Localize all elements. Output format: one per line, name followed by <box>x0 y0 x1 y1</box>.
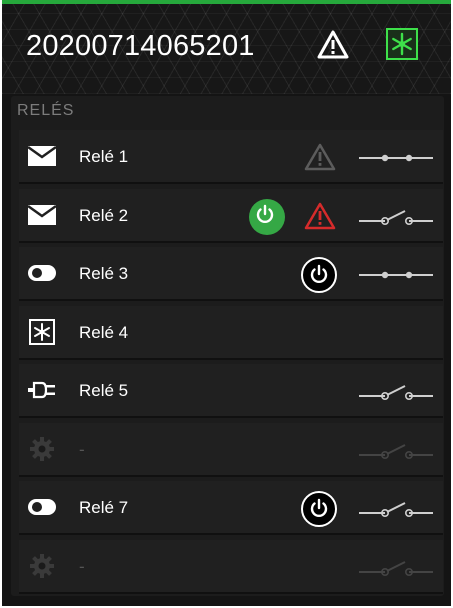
fan-icon <box>27 318 57 345</box>
device-id: 20200714065201 <box>26 30 255 62</box>
relay-row[interactable]: - <box>19 422 443 477</box>
device-header: 20200714065201 <box>2 4 451 94</box>
relay-row[interactable]: - <box>19 539 443 594</box>
switch-open-icon[interactable] <box>359 558 433 578</box>
plug-icon <box>27 377 57 403</box>
relay-label: - <box>79 556 85 576</box>
fan-icon[interactable] <box>386 28 418 60</box>
envelope-icon <box>27 143 57 169</box>
gear-icon <box>27 436 57 462</box>
gear-icon <box>27 553 57 579</box>
warning-triangle-icon <box>304 202 336 230</box>
relay-label: - <box>79 439 85 459</box>
warning-triangle-icon <box>304 143 336 171</box>
power-button[interactable] <box>301 257 337 293</box>
relay-row[interactable]: Relé 5 <box>19 364 443 418</box>
switch-open-icon[interactable] <box>359 382 433 402</box>
relay-label: Relé 5 <box>79 381 129 400</box>
relay-row[interactable]: Relé 7 <box>19 481 443 535</box>
relay-label: Relé 7 <box>79 498 129 517</box>
relay-row[interactable]: Relé 4 <box>19 305 443 360</box>
relay-label: Relé 4 <box>79 322 129 342</box>
switch-open-icon[interactable] <box>359 441 433 461</box>
relay-row[interactable]: Relé 2 <box>19 188 443 243</box>
section-title: RELÉS <box>17 102 75 119</box>
relay-row[interactable]: Relé 3 <box>19 247 443 301</box>
power-button[interactable] <box>301 491 337 527</box>
envelope-icon <box>27 202 57 228</box>
switch-closed-icon[interactable] <box>359 148 433 168</box>
switch-closed-icon[interactable] <box>359 265 433 285</box>
warning-triangle-icon[interactable] <box>317 30 349 60</box>
relay-label: Relé 3 <box>79 264 129 283</box>
relay-label: Relé 1 <box>79 147 129 166</box>
relay-label: Relé 2 <box>79 205 129 225</box>
relay-row[interactable]: Relé 1 <box>19 130 443 184</box>
toggle-icon <box>27 260 57 286</box>
toggle-icon <box>27 494 57 520</box>
switch-open-icon[interactable] <box>359 207 433 227</box>
power-button[interactable] <box>249 198 285 235</box>
switch-open-icon[interactable] <box>359 499 433 519</box>
